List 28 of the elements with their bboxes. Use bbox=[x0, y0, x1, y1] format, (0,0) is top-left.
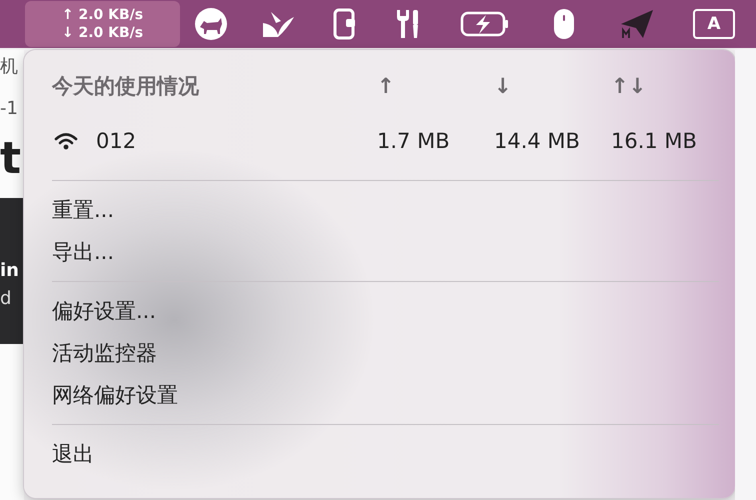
background-text: 机 bbox=[0, 55, 19, 79]
background-text: -1 bbox=[0, 97, 19, 121]
wallet-icon[interactable] bbox=[332, 7, 358, 41]
background-text: d bbox=[0, 286, 24, 344]
upload-speed: ↑ 2.0 KB/s bbox=[62, 6, 144, 24]
paper-plane-icon[interactable] bbox=[619, 8, 655, 40]
input-source-indicator[interactable]: A bbox=[693, 9, 735, 39]
download-speed: ↓ 2.0 KB/s bbox=[62, 24, 144, 42]
column-header: ↑ bbox=[377, 73, 396, 100]
usage-value: 14.4 MB bbox=[494, 128, 581, 155]
usage-value: 1.7 MB bbox=[377, 128, 451, 155]
network-name: 012 bbox=[96, 128, 136, 155]
background-text: t bbox=[0, 134, 22, 186]
usage-title: 今天的使用情况 bbox=[52, 73, 200, 100]
battery-charging-icon[interactable] bbox=[460, 10, 510, 38]
background-text: in bbox=[0, 198, 24, 286]
menu-item[interactable]: 网络偏好设置 bbox=[52, 374, 178, 416]
wifi-icon bbox=[54, 132, 78, 150]
column-header: ↓ bbox=[494, 73, 513, 100]
network-speed-widget[interactable]: ↑ 2.0 KB/s ↓ 2.0 KB/s bbox=[25, 1, 180, 47]
menu-item[interactable]: 导出... bbox=[52, 231, 114, 273]
usage-value: 16.1 MB bbox=[611, 128, 698, 155]
menu-item[interactable]: 偏好设置... bbox=[52, 290, 156, 332]
menu-item[interactable]: 重置... bbox=[52, 189, 114, 231]
column-header: ↑↓ bbox=[611, 73, 648, 100]
cat-icon[interactable] bbox=[194, 7, 228, 41]
menu-item[interactable]: 活动监控器 bbox=[52, 332, 157, 374]
menu-item[interactable]: 退出 bbox=[52, 433, 94, 475]
